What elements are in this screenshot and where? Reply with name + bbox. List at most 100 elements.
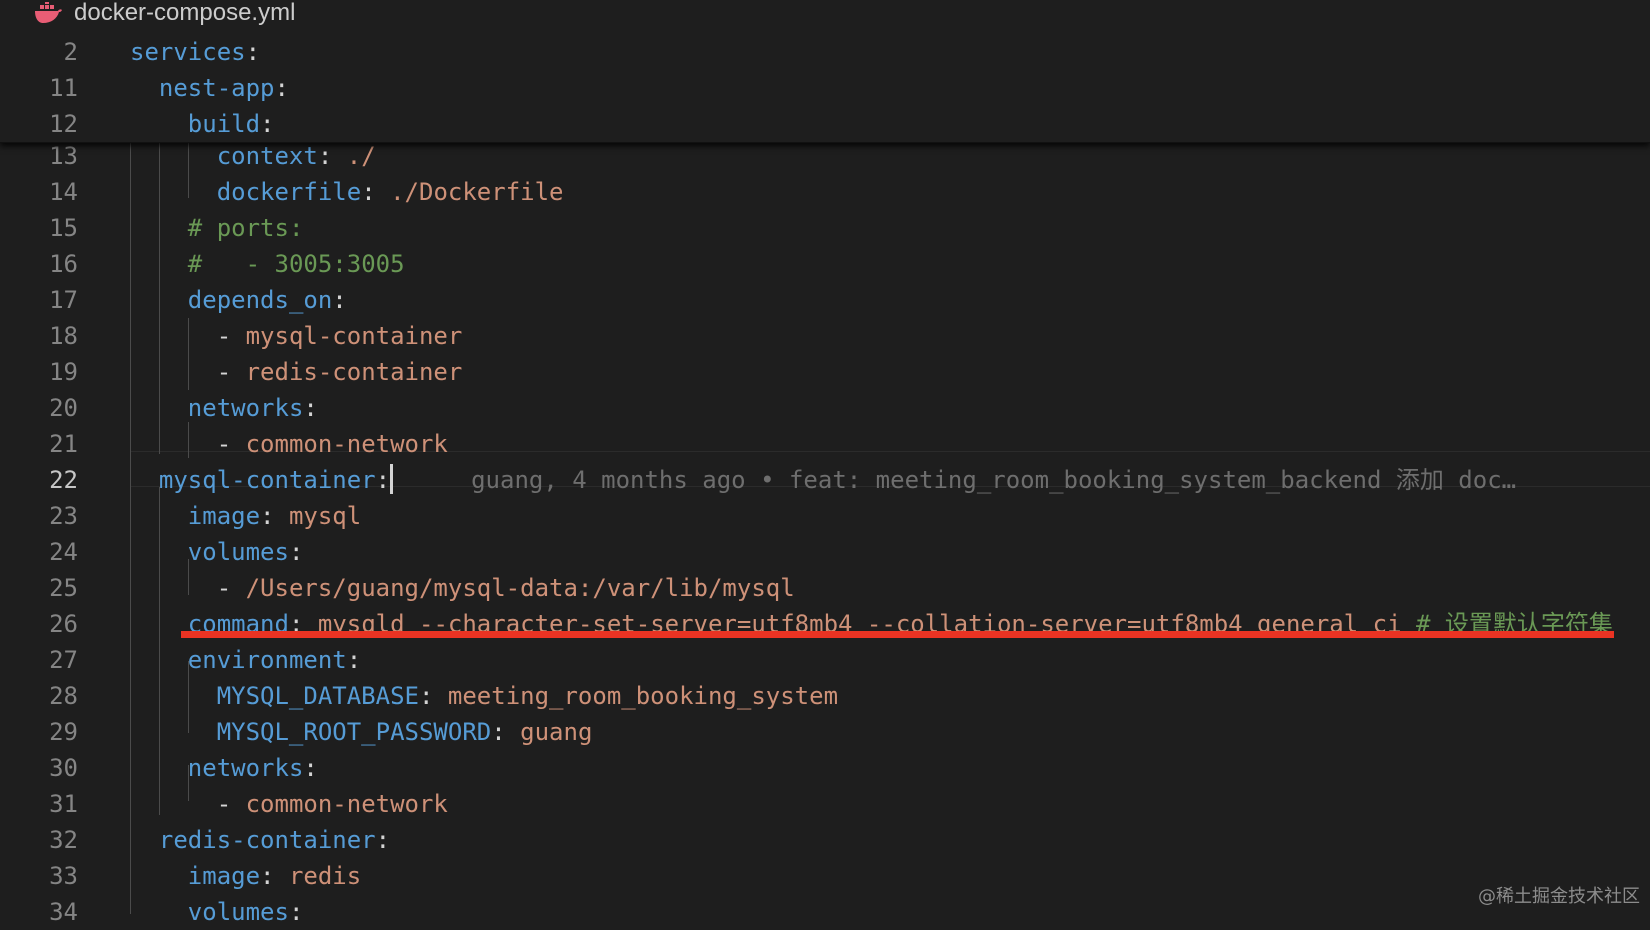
- code-token: :: [346, 646, 362, 674]
- code-token: ./: [346, 142, 376, 170]
- git-blame-annotation[interactable]: guang, 4 months ago • feat: meeting_room…: [471, 466, 1516, 494]
- code-token: /Users/guang/mysql-data:/var/lib/mysql: [245, 574, 795, 602]
- code-line[interactable]: 34 volumes:: [0, 894, 1650, 930]
- code-text: MYSQL_DATABASE: meeting_room_booking_sys…: [217, 678, 838, 714]
- code-line[interactable]: 23 image: mysql: [0, 498, 1650, 534]
- code-token: volumes: [187, 898, 289, 926]
- code-token: meeting_room_booking_system: [447, 682, 839, 710]
- code-text: MYSQL_ROOT_PASSWORD: guang: [217, 714, 593, 750]
- line-number[interactable]: 15: [0, 210, 78, 246]
- code-line[interactable]: 33 image: redis: [0, 858, 1650, 894]
- code-line[interactable]: 21 - common-network: [0, 426, 1650, 462]
- code-line[interactable]: 30 networks:: [0, 750, 1650, 786]
- code-text: networks:: [188, 750, 318, 786]
- code-token: context: [216, 142, 318, 170]
- code-text: - /Users/guang/mysql-data:/var/lib/mysql: [217, 570, 795, 606]
- code-token: image: [187, 502, 261, 530]
- line-number[interactable]: 19: [0, 354, 78, 390]
- code-token: :: [303, 394, 318, 422]
- code-text: volumes:: [188, 534, 304, 570]
- line-number[interactable]: 16: [0, 246, 78, 282]
- code-token: volumes: [187, 538, 289, 566]
- line-number[interactable]: 2: [0, 34, 78, 70]
- line-number[interactable]: 30: [0, 750, 78, 786]
- code-text: mysql-container: guang, 4 months ago • fe…: [159, 462, 1516, 498]
- code-line[interactable]: 18 - mysql-container: [0, 318, 1650, 354]
- line-number[interactable]: 29: [0, 714, 78, 750]
- line-number[interactable]: 27: [0, 642, 78, 678]
- code-line[interactable]: 22 mysql-container: guang, 4 months ago • …: [0, 462, 1650, 498]
- code-line[interactable]: 27 environment:: [0, 642, 1650, 678]
- code-line[interactable]: 20 networks:: [0, 390, 1650, 426]
- code-line[interactable]: 16 # - 3005:3005: [0, 246, 1650, 282]
- code-token: build: [187, 110, 261, 138]
- code-token: networks: [187, 754, 304, 782]
- code-token: common-network: [245, 790, 448, 818]
- code-token: :: [303, 754, 318, 782]
- line-number[interactable]: 13: [0, 138, 78, 174]
- code-token: :: [361, 178, 391, 206]
- line-number[interactable]: 12: [0, 106, 78, 142]
- code-line[interactable]: 17 depends_on:: [0, 282, 1650, 318]
- code-token: :: [274, 74, 289, 102]
- code-text: image: mysql: [188, 498, 361, 534]
- code-line[interactable]: 32 redis-container:: [0, 822, 1650, 858]
- line-number[interactable]: 14: [0, 174, 78, 210]
- line-number[interactable]: 20: [0, 390, 78, 426]
- text-cursor: [390, 464, 394, 494]
- code-line[interactable]: 15 # ports:: [0, 210, 1650, 246]
- code-token: :: [418, 682, 448, 710]
- line-number[interactable]: 21: [0, 426, 78, 462]
- code-text: build:: [188, 106, 275, 142]
- code-line[interactable]: 2 services:: [0, 34, 1650, 70]
- code-token: mysql-container: [158, 466, 376, 494]
- code-token: nest-app: [158, 74, 275, 102]
- code-text: environment:: [188, 642, 361, 678]
- code-text: # - 3005:3005: [188, 246, 405, 282]
- line-number[interactable]: 11: [0, 70, 78, 106]
- line-number[interactable]: 31: [0, 786, 78, 822]
- code-line[interactable]: 25 - /Users/guang/mysql-data:/var/lib/mys…: [0, 570, 1650, 606]
- code-token: MYSQL_DATABASE: [216, 682, 419, 710]
- line-number[interactable]: 32: [0, 822, 78, 858]
- code-line[interactable]: 19 - redis-container: [0, 354, 1650, 390]
- code-token: # - 3005:3005: [187, 250, 405, 278]
- code-line[interactable]: 14 dockerfile: ./Dockerfile: [0, 174, 1650, 210]
- code-text: - mysql-container: [217, 318, 463, 354]
- line-number[interactable]: 28: [0, 678, 78, 714]
- code-token: networks: [187, 394, 304, 422]
- code-token: environment: [187, 646, 347, 674]
- code-line[interactable]: 11 nest-app:: [0, 70, 1650, 106]
- code-line[interactable]: 13 context: ./: [0, 138, 1650, 174]
- line-number[interactable]: 23: [0, 498, 78, 534]
- tab-title[interactable]: docker-compose.yml: [74, 0, 295, 27]
- code-token: # ports:: [187, 214, 304, 242]
- code-text: - common-network: [217, 426, 448, 462]
- code-line[interactable]: 29 MYSQL_ROOT_PASSWORD: guang: [0, 714, 1650, 750]
- code-line[interactable]: 12 build:: [0, 106, 1650, 142]
- code-text: context: ./: [217, 138, 376, 174]
- code-token: :: [260, 502, 289, 530]
- code-token: :: [260, 862, 289, 890]
- line-number[interactable]: 33: [0, 858, 78, 894]
- code-token: -: [216, 322, 246, 350]
- line-number[interactable]: 25: [0, 570, 78, 606]
- editor-tab[interactable]: docker-compose.yml: [0, 0, 1650, 28]
- code-token: guang: [520, 718, 593, 746]
- line-number[interactable]: 22: [0, 462, 78, 498]
- code-text: nest-app:: [159, 70, 289, 106]
- line-number[interactable]: 26: [0, 606, 78, 642]
- code-token: -: [216, 790, 246, 818]
- code-line[interactable]: 31 - common-network: [0, 786, 1650, 822]
- sticky-scroll-header[interactable]: docker-compose.yml 2 services: 11 nest-app:…: [0, 0, 1650, 143]
- code-text: - redis-container: [217, 354, 463, 390]
- line-number[interactable]: 18: [0, 318, 78, 354]
- code-line[interactable]: 24 volumes:: [0, 534, 1650, 570]
- code-token: ./Dockerfile: [390, 178, 564, 206]
- code-token: :: [288, 898, 304, 926]
- code-token: -: [216, 430, 246, 458]
- code-line[interactable]: 28 MYSQL_DATABASE: meeting_room_booking_s…: [0, 678, 1650, 714]
- line-number[interactable]: 34: [0, 894, 78, 930]
- line-number[interactable]: 17: [0, 282, 78, 318]
- line-number[interactable]: 24: [0, 534, 78, 570]
